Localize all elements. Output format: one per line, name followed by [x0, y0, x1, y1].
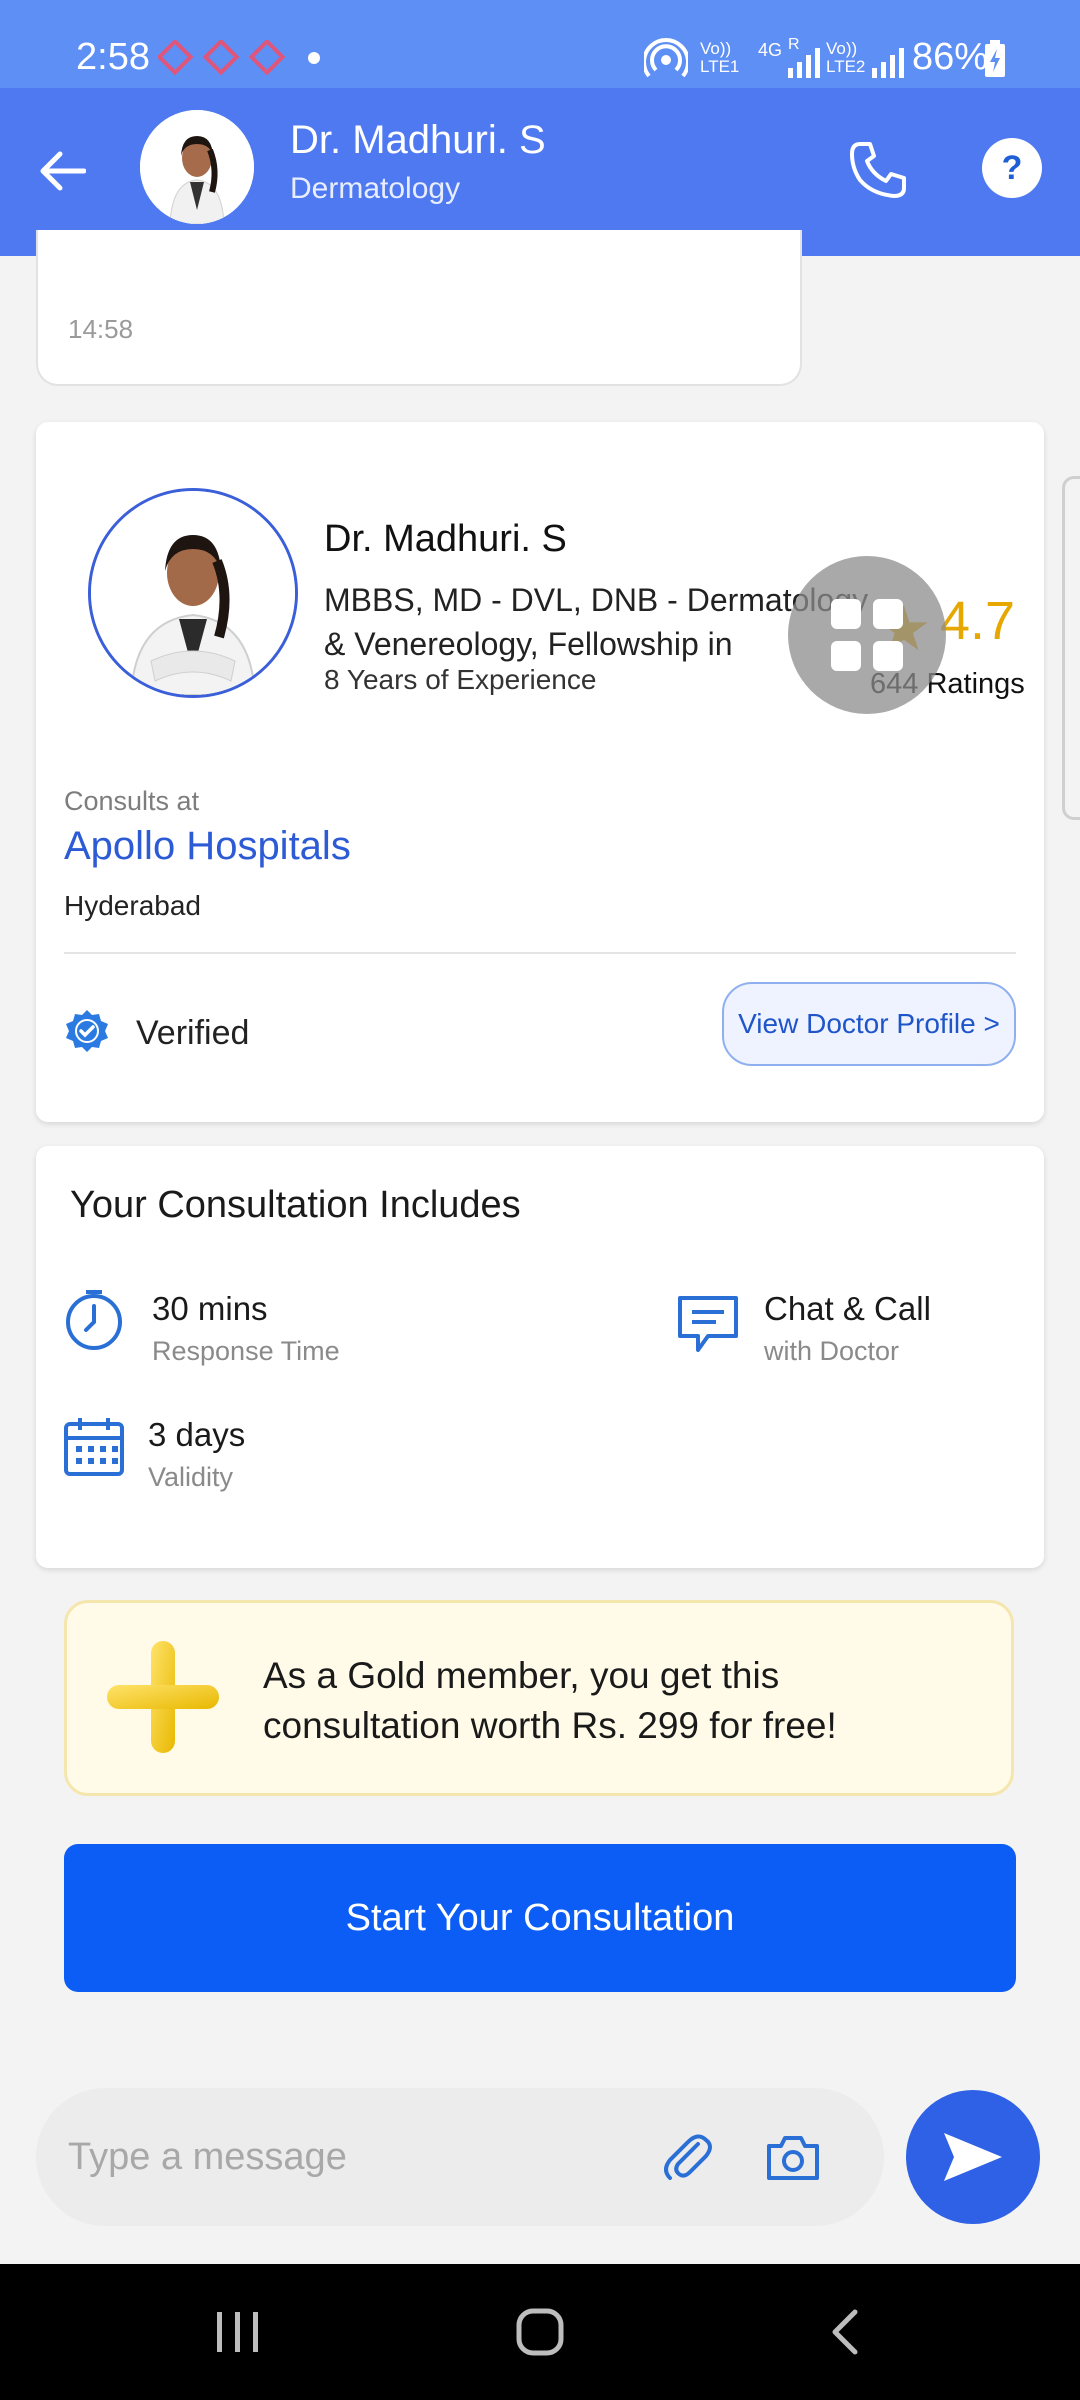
header-specialty: Dermatology: [290, 172, 461, 205]
message-composer: [36, 2088, 884, 2226]
chat-call-value: Chat & Call: [764, 1290, 931, 1327]
includes-title: Your Consultation Includes: [70, 1184, 521, 1226]
grid-icon: [831, 599, 903, 671]
nav-back-icon: [832, 2309, 858, 2355]
message-timestamp: 14:58: [68, 314, 134, 344]
chat-bubble: 14:58: [36, 230, 802, 386]
hotspot-icon: [644, 38, 688, 78]
calendar-icon: [64, 1418, 124, 1476]
doctor-name: Dr. Madhuri. S: [324, 518, 567, 560]
system-nav-bar: [0, 2264, 1080, 2400]
call-button[interactable]: [840, 130, 916, 210]
rating-value: 4.7: [940, 591, 1016, 651]
response-time-label: Response Time: [152, 1336, 340, 1366]
doctor-avatar-image: [140, 110, 254, 224]
floating-menu-button[interactable]: [788, 556, 946, 714]
doctor-avatar[interactable]: [140, 110, 254, 224]
view-doctor-profile-button[interactable]: View Doctor Profile >: [722, 982, 1016, 1066]
home-icon: [516, 2308, 564, 2356]
paperclip-icon: [664, 2134, 712, 2180]
send-button[interactable]: [906, 2090, 1040, 2224]
side-panel-handle[interactable]: [1062, 476, 1080, 820]
consultation-includes-card: Your Consultation Includes 30 mins Respo…: [36, 1146, 1044, 1568]
nav-back-button[interactable]: [764, 2264, 924, 2400]
plus-icon: [107, 1641, 219, 1753]
help-question-icon: ?: [1001, 148, 1023, 187]
validity-value: 3 days: [148, 1416, 246, 1453]
chat-icon: [678, 1296, 738, 1352]
hospital-link[interactable]: Apollo Hospitals: [64, 824, 351, 869]
help-button[interactable]: ?: [982, 138, 1042, 198]
back-arrow-icon: [40, 151, 86, 191]
start-consultation-button[interactable]: Start Your Consultation: [64, 1844, 1016, 1992]
verified-label: Verified: [136, 1014, 250, 1052]
status-dot: [308, 52, 320, 64]
doctor-card: Dr. Madhuri. S MBBS, MD - DVL, DNB - Der…: [36, 422, 1044, 1122]
status-time: 2:58: [76, 36, 150, 78]
signal-icon-2: [872, 48, 904, 78]
status-bar: 2:58 Vo)) LTE1 4G R Vo)) LTE2 86%: [0, 0, 1080, 88]
back-button[interactable]: [30, 128, 96, 214]
camera-button[interactable]: [758, 2122, 828, 2192]
battery-percent: 86%: [912, 36, 989, 78]
validity-label: Validity: [148, 1462, 234, 1492]
send-icon: [944, 2133, 1002, 2181]
notification-icons: [158, 40, 286, 76]
sim1-label: Vo)) LTE1: [700, 39, 740, 76]
battery-icon: [985, 40, 1005, 77]
doctor-photo-image: [91, 491, 295, 695]
home-button[interactable]: [460, 2264, 620, 2400]
recents-icon: [217, 2312, 258, 2352]
verified-badge-icon: [66, 1010, 108, 1052]
sim2-label: Vo)) LTE2: [826, 39, 866, 76]
doctor-experience: 8 Years of Experience: [324, 664, 597, 695]
phone-icon: [850, 142, 906, 198]
gold-member-text: As a Gold member, you get this consultat…: [263, 1655, 837, 1746]
chat-call-label: with Doctor: [764, 1336, 900, 1366]
recent-apps-button[interactable]: [158, 2264, 318, 2400]
header-doctor-name: Dr. Madhuri. S: [290, 118, 546, 162]
attach-button[interactable]: [652, 2122, 722, 2192]
hospital-city: Hyderabad: [64, 890, 201, 921]
message-input[interactable]: [68, 2118, 628, 2196]
doctor-photo: [88, 488, 298, 698]
camera-icon: [767, 2136, 819, 2180]
gold-member-banner: As a Gold member, you get this consultat…: [64, 1600, 1014, 1796]
network-4g-label: 4G: [758, 40, 783, 60]
consults-at-label: Consults at: [64, 786, 200, 816]
card-divider: [64, 952, 1016, 954]
response-time-value: 30 mins: [152, 1290, 268, 1327]
signal-icon: [788, 48, 820, 78]
clock-icon: [66, 1290, 122, 1350]
